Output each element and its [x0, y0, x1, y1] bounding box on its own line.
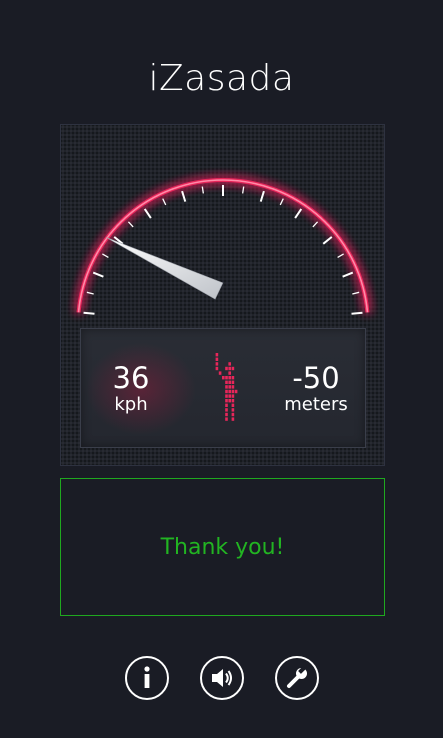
info-icon	[144, 666, 150, 688]
distance-readout: -50 meters	[271, 362, 361, 416]
dial-tick	[342, 271, 354, 278]
app-screen: iZasada 36 kph -50 meters Thank you!	[0, 0, 443, 738]
wrench-icon	[287, 666, 307, 688]
speed-unit: kph	[114, 394, 148, 415]
dial-tick	[337, 253, 344, 259]
dial-tick	[259, 190, 265, 202]
distance-value: -50	[292, 361, 340, 395]
dial-tick	[86, 291, 94, 295]
app-title: iZasada	[148, 58, 295, 99]
dial-tick	[162, 198, 167, 206]
ad-text: Thank you!	[160, 534, 285, 560]
dial-tick	[294, 208, 303, 219]
dial-tick	[322, 236, 333, 245]
pedestrian-figure-icon	[215, 353, 238, 421]
dial-tick	[181, 190, 187, 202]
settings-button[interactable]	[275, 656, 319, 700]
dial-tick	[201, 186, 204, 194]
dial-ticks	[83, 185, 363, 315]
dial-tick	[127, 221, 134, 228]
speed-needle	[105, 237, 224, 300]
dial-tick	[279, 198, 284, 206]
dial-tick	[352, 291, 360, 295]
speaker-icon	[212, 669, 232, 687]
speed-readout: 36 kph	[101, 362, 161, 416]
ad-banner[interactable]: Thank you!	[60, 478, 385, 616]
speed-value: 36	[112, 361, 150, 395]
dial-tick	[351, 311, 363, 315]
dial-tick	[312, 221, 319, 228]
dial-tick	[102, 253, 109, 259]
dial-tick	[242, 186, 245, 194]
readout-bar: 36 kph -50 meters	[80, 328, 366, 448]
speedometer-panel: 36 kph -50 meters	[60, 124, 385, 466]
info-button[interactable]	[125, 656, 169, 700]
dial-tick	[92, 271, 104, 278]
dial-tick	[83, 311, 95, 315]
sound-button[interactable]	[200, 656, 244, 700]
distance-unit: meters	[284, 394, 348, 415]
dial-tick	[143, 208, 152, 219]
